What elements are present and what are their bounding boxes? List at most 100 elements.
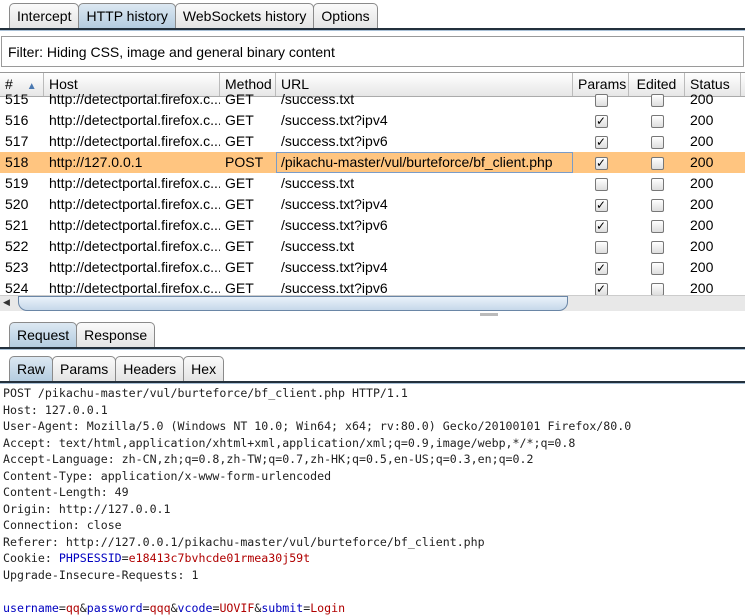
table-row[interactable]: 521 http://detectportal.firefox.c... GET/s… bbox=[0, 215, 745, 236]
row-host: http://detectportal.firefox.c... bbox=[49, 196, 220, 212]
filter-bar[interactable]: Filter: Hiding CSS, image and general bi… bbox=[1, 36, 744, 67]
view-tabs: Raw Params Headers Hex bbox=[0, 356, 225, 381]
table-row[interactable]: 518 http://127.0.0.1 POST/pikachu-master/v… bbox=[0, 152, 745, 173]
table-row[interactable]: 523 http://detectportal.firefox.c... GET/s… bbox=[0, 257, 745, 278]
body-param-value: qq bbox=[65, 600, 80, 615]
row-method: GET bbox=[225, 133, 254, 149]
tab-request[interactable]: Request bbox=[9, 322, 78, 347]
request-response-tabs: Request Response bbox=[0, 322, 156, 347]
row-method: GET bbox=[225, 112, 254, 128]
body-param-value: qqq bbox=[149, 600, 171, 615]
checkbox-icon: ✓ bbox=[594, 155, 608, 170]
table-row[interactable]: 520 http://detectportal.firefox.c... GET/s… bbox=[0, 194, 745, 215]
tab-http-history[interactable]: HTTP history bbox=[78, 3, 176, 28]
table-row[interactable]: 519 http://detectportal.firefox.c... GET/s… bbox=[0, 173, 745, 194]
request-line: Accept: text/html,application/xhtml+xml,… bbox=[3, 435, 576, 450]
request-line: Origin: http://127.0.0.1 bbox=[3, 501, 171, 516]
row-params bbox=[573, 173, 629, 194]
row-method: GET bbox=[225, 238, 254, 254]
row-host: http://detectportal.firefox.c... bbox=[49, 91, 220, 107]
checkbox-icon: ✓ bbox=[594, 281, 608, 295]
row-edited bbox=[629, 152, 685, 173]
row-edited bbox=[629, 236, 685, 257]
request-line: User-Agent: Mozilla/5.0 (Windows NT 10.0… bbox=[3, 419, 632, 433]
scroll-left-icon[interactable]: ◀ bbox=[3, 297, 10, 308]
body-param-value: Login bbox=[310, 600, 346, 615]
cookie-value: e18413c7bvhcde01rmea30j59t bbox=[128, 551, 311, 565]
divider bbox=[0, 381, 745, 384]
table-row[interactable]: 517 http://detectportal.firefox.c... GET/s… bbox=[0, 131, 745, 152]
row-status: 200 bbox=[690, 259, 714, 275]
request-line: Connection: close bbox=[3, 518, 122, 532]
request-line: Referer: http://127.0.0.1/pikachu-master… bbox=[3, 534, 485, 549]
tab-headers[interactable]: Headers bbox=[115, 356, 185, 381]
row-params: ✓ bbox=[573, 131, 629, 152]
checkbox-icon: ✓ bbox=[594, 218, 608, 233]
request-line: Host: 127.0.0.1 bbox=[3, 402, 108, 417]
tab-response[interactable]: Response bbox=[76, 322, 156, 347]
divider bbox=[0, 28, 745, 31]
row-edited bbox=[629, 278, 685, 295]
checkbox-icon bbox=[650, 198, 664, 212]
request-line: Accept-Language: zh-CN,zh;q=0.8,zh-TW;q=… bbox=[3, 452, 534, 466]
row-status: 200 bbox=[690, 133, 714, 149]
tab-options[interactable]: Options bbox=[313, 3, 378, 28]
horizontal-scrollbar[interactable]: ◀ bbox=[0, 295, 745, 311]
row-url: /success.txt?ipv4 bbox=[281, 112, 388, 128]
checkbox-icon bbox=[594, 240, 608, 254]
checkbox-icon bbox=[650, 156, 664, 170]
row-params: ✓ bbox=[573, 278, 629, 295]
row-number: 516 bbox=[5, 112, 29, 128]
checkbox-icon: ✓ bbox=[594, 134, 608, 149]
tab-params[interactable]: Params bbox=[52, 356, 117, 381]
row-params bbox=[573, 89, 629, 110]
table-row[interactable]: 516 http://detectportal.firefox.c... GET/s… bbox=[0, 110, 745, 131]
row-edited bbox=[629, 89, 685, 110]
request-line: POST /pikachu-master/vul/burteforce/bf_c… bbox=[3, 386, 408, 400]
row-status: 200 bbox=[690, 175, 714, 191]
checkbox-icon bbox=[594, 93, 608, 107]
scrollbar-thumb[interactable] bbox=[18, 296, 568, 311]
tab-raw[interactable]: Raw bbox=[9, 356, 54, 381]
row-url: /success.txt?ipv4 bbox=[281, 259, 388, 275]
row-params: ✓ bbox=[573, 215, 629, 236]
history-table: # ▲ Host Method URL Params Edited Status … bbox=[0, 72, 745, 295]
tab-intercept[interactable]: Intercept bbox=[9, 3, 80, 28]
row-url: /success.txt?ipv6 bbox=[281, 280, 388, 295]
row-status: 200 bbox=[690, 91, 714, 107]
body-param-name: username bbox=[3, 600, 59, 615]
table-row[interactable]: 524 http://detectportal.firefox.c... GET/s… bbox=[0, 278, 745, 295]
row-url: /pikachu-master/vul/burteforce/bf_client… bbox=[276, 152, 573, 173]
raw-request-editor[interactable]: POST /pikachu-master/vul/burteforce/bf_c… bbox=[3, 385, 631, 616]
checkbox-icon: ✓ bbox=[594, 113, 608, 128]
tab-websockets-history[interactable]: WebSockets history bbox=[174, 3, 315, 28]
request-line: Upgrade-Insecure-Requests: 1 bbox=[3, 567, 199, 582]
tab-hex[interactable]: Hex bbox=[183, 356, 225, 381]
body-param-name: password bbox=[86, 600, 143, 615]
request-line: Content-Type: application/x-www-form-url… bbox=[3, 468, 332, 483]
checkbox-icon bbox=[650, 282, 664, 295]
table-body: 515 http://detectportal.firefox.c... GET/s… bbox=[0, 89, 745, 295]
cookie-name: PHPSESSID bbox=[58, 551, 122, 565]
row-url: /success.txt bbox=[281, 175, 355, 191]
row-status: 200 bbox=[690, 217, 714, 233]
row-method: GET bbox=[225, 217, 254, 233]
body-param-name: submit bbox=[261, 600, 304, 615]
row-url: /success.txt?ipv6 bbox=[281, 217, 388, 233]
row-host: http://detectportal.firefox.c... bbox=[49, 217, 220, 233]
table-row[interactable]: 515 http://detectportal.firefox.c... GET/s… bbox=[0, 89, 745, 110]
row-status: 200 bbox=[690, 154, 714, 170]
splitter-handle[interactable] bbox=[480, 313, 498, 316]
table-row[interactable]: 522 http://detectportal.firefox.c... GET/s… bbox=[0, 236, 745, 257]
row-host: http://detectportal.firefox.c... bbox=[49, 280, 220, 295]
row-status: 200 bbox=[690, 196, 714, 212]
row-number: 520 bbox=[5, 196, 29, 212]
row-number: 524 bbox=[5, 280, 29, 295]
row-number: 522 bbox=[5, 238, 29, 254]
top-tabs: Intercept HTTP history WebSockets histor… bbox=[0, 3, 378, 28]
row-number: 521 bbox=[5, 217, 29, 233]
row-method: GET bbox=[225, 196, 254, 212]
checkbox-icon: ✓ bbox=[594, 260, 608, 275]
row-params: ✓ bbox=[573, 110, 629, 131]
row-host: http://127.0.0.1 bbox=[49, 154, 143, 170]
